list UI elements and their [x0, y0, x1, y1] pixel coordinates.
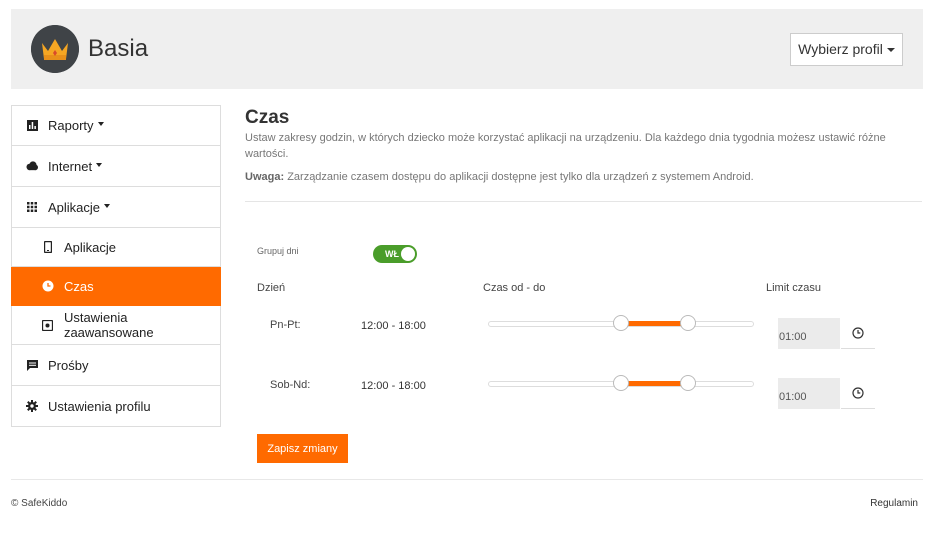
chevron-down-icon — [886, 48, 895, 53]
sidebar-item-label: Czas — [64, 278, 94, 294]
settings-box-icon — [42, 319, 54, 331]
sidebar-item-label: Aplikacje — [48, 199, 101, 215]
profile-select-button[interactable]: Wybierz profil — [790, 33, 903, 66]
caret-down-icon — [104, 203, 111, 208]
sidebar-item-ustawienia-profilu[interactable]: Ustawienia profilu — [11, 386, 221, 427]
sidebar-item-aplikacje[interactable]: Aplikacje — [11, 187, 221, 228]
sidebar-item-raporty[interactable]: Raporty — [11, 105, 221, 146]
sidebar: Raporty Internet Aplikacje Aplikacje Cza… — [11, 105, 221, 427]
sidebar-subitem-czas[interactable]: Czas — [11, 267, 221, 306]
row-time-range: 12:00 - 18:00 — [361, 320, 426, 332]
profile-select-label: Wybierz profil — [798, 41, 883, 57]
android-note: Uwaga: Zarządzanie czasem dostępu do apl… — [245, 171, 754, 183]
time-limit-picker-button[interactable] — [841, 378, 875, 409]
divider — [245, 201, 922, 202]
caret-down-icon — [97, 122, 104, 126]
crown-icon — [31, 25, 79, 73]
sidebar-item-prosby[interactable]: Prośby — [11, 345, 221, 386]
group-days-toggle[interactable]: WŁ — [373, 245, 417, 263]
toggle-knob — [401, 247, 415, 261]
header: Basia Wybierz profil — [11, 9, 923, 89]
time-slider-end-handle[interactable] — [679, 315, 696, 331]
profile-name: Basia — [88, 35, 149, 62]
time-slider-start-handle[interactable] — [613, 375, 629, 391]
clock-icon — [852, 327, 864, 339]
save-changes-button[interactable]: Zapisz zmiany — [257, 434, 348, 463]
gear-icon — [26, 400, 38, 412]
bar-chart-icon — [26, 120, 38, 132]
time-slider-start-handle[interactable] — [613, 315, 629, 331]
sidebar-subitem-ustawienia-zaawansowane[interactable]: Ustawienia zaawansowane — [11, 306, 221, 345]
sidebar-item-internet[interactable]: Internet — [11, 146, 221, 187]
grid-icon — [26, 201, 38, 213]
footer-regulamin-link[interactable]: Regulamin — [870, 498, 918, 509]
sidebar-item-label: Internet — [48, 158, 93, 174]
page-title: Czas — [245, 107, 290, 128]
column-header-time-range: Czas od - do — [483, 282, 546, 294]
toggle-label: WŁ — [385, 249, 399, 259]
message-icon — [26, 359, 38, 371]
sidebar-subitem-aplikacje[interactable]: Aplikacje — [11, 228, 221, 267]
avatar — [31, 25, 79, 73]
cloud-icon — [26, 160, 38, 172]
row-day-label: Pn-Pt: — [270, 319, 301, 331]
sidebar-item-label: Ustawienia profilu — [48, 398, 151, 414]
page-description: Ustaw zakresy godzin, w których dziecko … — [245, 132, 886, 160]
phone-icon — [42, 241, 54, 253]
group-days-label: Grupuj dni — [257, 246, 299, 256]
note-label: Uwaga: — [245, 171, 285, 183]
sidebar-item-label: Prośby — [48, 357, 89, 373]
time-limit-input[interactable] — [778, 378, 840, 409]
caret-down-icon — [96, 162, 103, 167]
clock-icon — [42, 280, 54, 292]
column-header-limit: Limit czasu — [766, 282, 822, 294]
column-header-day: Dzień — [257, 282, 286, 294]
time-limit-input[interactable] — [778, 318, 840, 349]
time-limit-picker-button[interactable] — [841, 318, 875, 349]
time-slider-end-handle[interactable] — [679, 375, 696, 391]
time-slider-range — [621, 321, 688, 326]
time-slider-range — [621, 381, 688, 386]
note-text: Zarządzanie czasem dostępu do aplikacji … — [287, 171, 754, 183]
footer-copyright: © SafeKiddo — [11, 498, 68, 509]
footer-divider — [11, 479, 923, 480]
sidebar-item-label: Raporty — [48, 118, 94, 133]
sidebar-item-label: Aplikacje — [64, 239, 117, 255]
sidebar-item-label: Ustawienia zaawansowane — [63, 310, 154, 340]
row-time-range: 12:00 - 18:00 — [361, 380, 426, 392]
clock-icon — [852, 387, 864, 399]
row-day-label: Sob-Nd: — [270, 379, 311, 391]
